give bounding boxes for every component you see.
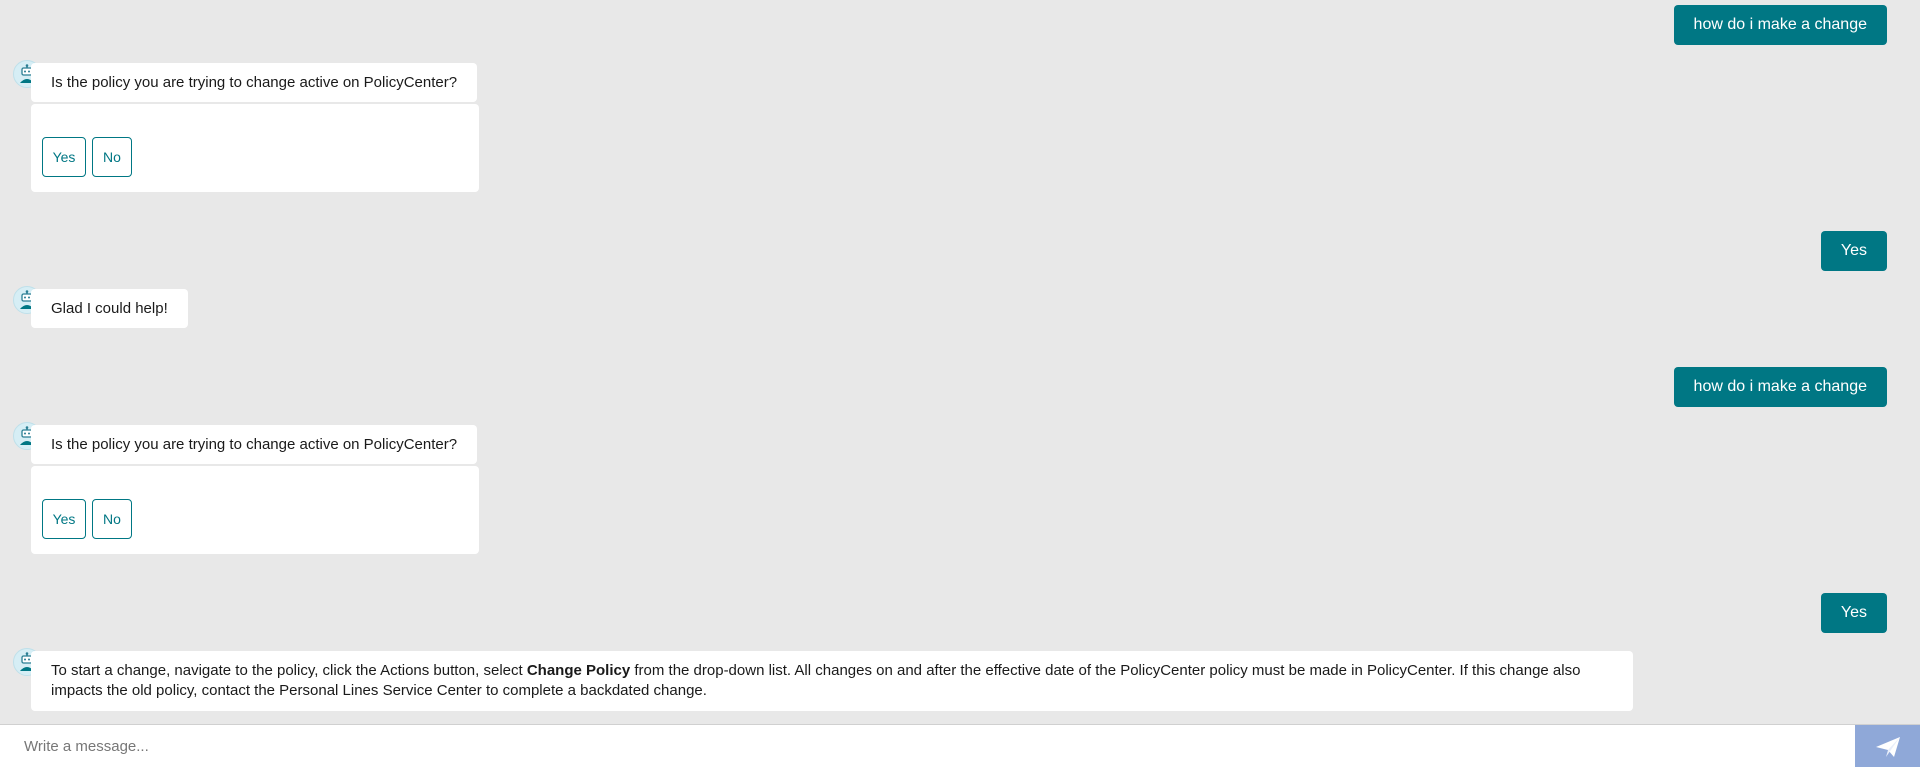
quick-reply-card: Yes No: [31, 104, 479, 192]
yes-button[interactable]: Yes: [42, 499, 86, 539]
yes-button[interactable]: Yes: [42, 137, 86, 177]
user-message: how do i make a change: [1673, 5, 1887, 45]
bot-message: Is the policy you are trying to change a…: [31, 425, 478, 464]
user-message: Yes: [1820, 593, 1887, 633]
chat-transcript: how do i make a change Is the policy you…: [0, 0, 1920, 724]
answer-text-before: To start a change, navigate to the polic…: [51, 662, 527, 679]
answer-text-bold: Change Policy: [526, 662, 631, 679]
send-button[interactable]: [1855, 725, 1920, 767]
message-composer: [0, 724, 1920, 767]
user-message: Yes: [1820, 231, 1887, 271]
bot-message: Is the policy you are trying to change a…: [31, 63, 478, 102]
no-button[interactable]: No: [92, 137, 132, 177]
message-input[interactable]: [0, 725, 1855, 767]
no-button[interactable]: No: [92, 499, 132, 539]
bot-message-answer: To start a change, navigate to the polic…: [31, 651, 1633, 711]
user-message: how do i make a change: [1673, 367, 1887, 407]
quick-reply-card: Yes No: [31, 466, 479, 554]
bot-message: Glad I could help!: [31, 289, 188, 328]
